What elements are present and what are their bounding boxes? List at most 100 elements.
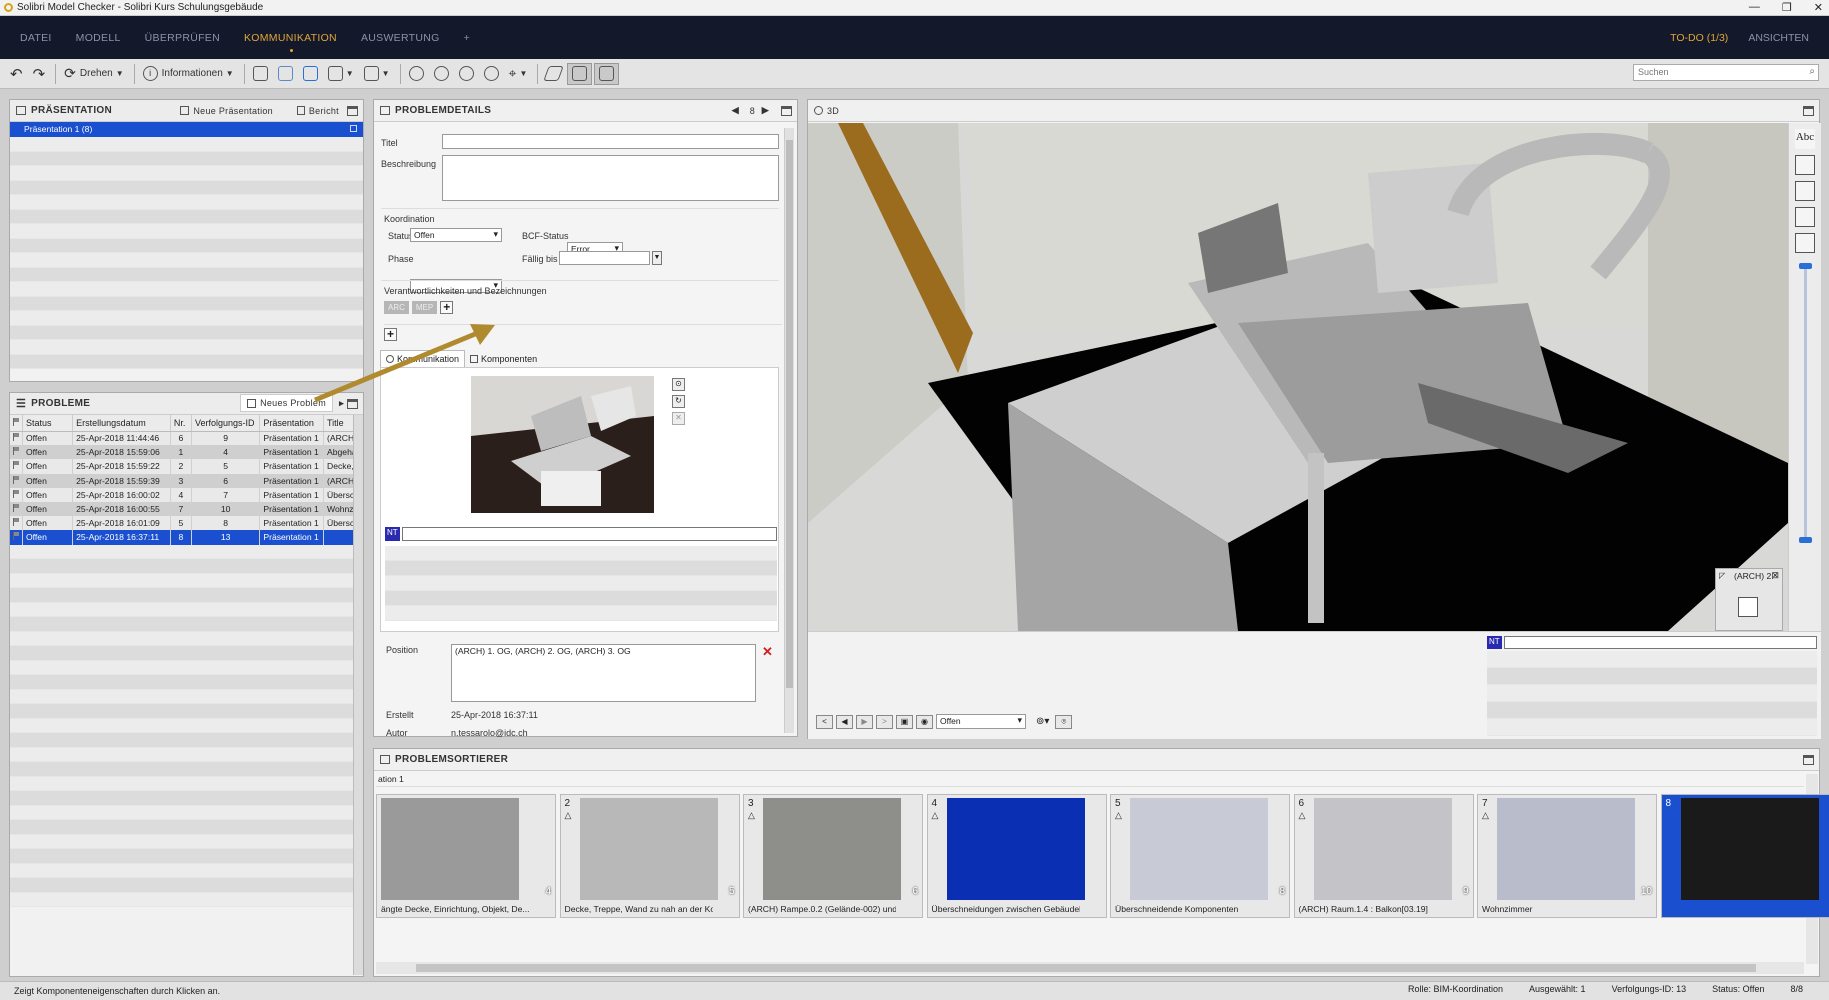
calendar-dropdown-icon[interactable]: ▼ — [652, 251, 662, 265]
clear-position-icon[interactable]: ✕ — [762, 644, 773, 660]
capture-viewpoint-icon[interactable]: ⊙ — [672, 378, 685, 391]
measure-button[interactable]: ⌖ ▼ — [505, 63, 532, 85]
info-button[interactable]: i Informationen ▼ — [139, 63, 238, 85]
table-row[interactable]: Offen 25-Apr-2018 16:37:11 8 13 Präsentation… — [10, 530, 363, 545]
sorter-thumbnail[interactable]: 8 — [1660, 794, 1829, 918]
redo-button[interactable]: ↷ — [29, 63, 50, 85]
slider-bottom-handle[interactable] — [1799, 537, 1812, 543]
status-select[interactable]: Offen — [410, 228, 502, 242]
due-date-field[interactable] — [559, 251, 650, 265]
minimize-icon[interactable]: — — [1749, 1, 1760, 14]
rotate-button[interactable]: ⟳ Drehen ▼ — [60, 63, 127, 85]
maximize-icon[interactable]: ❐ — [1782, 1, 1792, 14]
refresh-viewpoint-icon[interactable]: ↻ — [672, 395, 685, 408]
title-field[interactable] — [442, 134, 779, 149]
search-input[interactable]: Suchen ⌕ — [1633, 64, 1819, 81]
zoom-fit-button[interactable] — [405, 63, 428, 85]
zoom-selection-button[interactable] — [480, 63, 503, 85]
sorter-thumbnail[interactable]: 4 ängte Decke, Einrichtung, Objekt, De... — [376, 794, 556, 918]
row-flag[interactable] — [10, 473, 23, 488]
present-icon[interactable]: ▣ — [896, 714, 913, 729]
col-status[interactable]: Status — [22, 415, 74, 432]
play-icon[interactable]: ▶ — [856, 714, 873, 729]
menu-modell[interactable]: MODELL — [76, 32, 121, 44]
details-scrollbar-thumb[interactable] — [786, 140, 793, 688]
sorter-thumbnail[interactable]: 7 △ 10 Wohnzimmer — [1477, 794, 1657, 918]
selection-box-button[interactable] — [299, 63, 322, 85]
clipboard-icon[interactable] — [1795, 181, 1815, 201]
layers-button[interactable] — [594, 62, 620, 85]
table-row[interactable]: Offen 25-Apr-2018 15:59:06 1 4 Präsentation … — [10, 445, 363, 460]
menu-datei[interactable]: DATEI — [20, 32, 52, 44]
menu-kommunikation[interactable]: KOMMUNIKATION — [244, 32, 337, 52]
lock-icon[interactable] — [1795, 233, 1815, 253]
sorter-thumbnail[interactable]: 4△ Überschneidungen zwischen Gebäudekom..… — [926, 794, 1107, 918]
delete-viewpoint-icon[interactable]: ✕ — [672, 412, 685, 425]
row-flag[interactable] — [10, 516, 23, 531]
row-flag[interactable] — [10, 501, 23, 517]
maximize-details-icon[interactable] — [781, 106, 792, 116]
tag-mep[interactable]: MEP — [411, 301, 438, 314]
first-viewpoint-icon[interactable]: < — [816, 714, 833, 729]
menu-ueberpruefen[interactable]: ÜBERPRÜFEN — [145, 32, 220, 44]
position-field[interactable]: (ARCH) 1. OG, (ARCH) 2. OG, (ARCH) 3. OG — [451, 644, 756, 702]
col-tracking-id[interactable]: Verfolgungs-ID — [191, 415, 261, 432]
prev-viewpoint-icon[interactable]: ◀ — [836, 714, 853, 729]
description-field[interactable] — [442, 155, 779, 201]
table-row[interactable]: Offen 25-Apr-2018 16:00:55 7 10 Präsentation… — [10, 501, 363, 517]
map-button[interactable] — [567, 62, 593, 85]
row-flag[interactable] — [10, 445, 23, 460]
table-row[interactable]: Offen 25-Apr-2018 15:59:22 2 5 Präsentation … — [10, 459, 363, 474]
next-viewpoint-icon[interactable]: > — [876, 714, 893, 729]
camera-icon[interactable]: ⊚▾ — [1036, 716, 1049, 727]
row-flag[interactable] — [10, 431, 23, 446]
sorter-thumbnail[interactable]: 6 △ 9 (ARCH) Raum.1.4 : Balkon[03.19] — [1293, 794, 1474, 918]
overlay-close-icon[interactable]: ⊠ — [1771, 570, 1779, 581]
col-presentation[interactable]: Präsentation — [259, 415, 324, 432]
col-created[interactable]: Erstellungsdatum — [72, 415, 171, 432]
pin-icon[interactable]: ⌾ — [1055, 714, 1073, 729]
sorter-thumbnail[interactable]: 3△ 6 (ARCH) Rampe.0.2 (Gelände-002) und (A… — [743, 794, 923, 918]
todo-link[interactable]: TO-DO (1/3) — [1670, 32, 1728, 44]
presentation-item-edit-icon[interactable] — [350, 125, 357, 132]
tag-arc[interactable]: ARC — [384, 301, 409, 314]
record-icon[interactable]: ◉ — [916, 714, 933, 729]
problems-scrollbar[interactable] — [353, 415, 363, 975]
col-number[interactable]: Nr. — [170, 415, 192, 432]
new-presentation-button[interactable]: Neue Präsentation — [180, 106, 273, 116]
menu-auswertung[interactable]: AUSWERTUNG — [361, 32, 440, 44]
3d-viewport[interactable] — [808, 123, 1788, 631]
row-flag[interactable] — [10, 487, 23, 502]
report-button[interactable]: Bericht — [296, 106, 339, 116]
zoom-slider[interactable] — [1799, 263, 1812, 543]
menu-add[interactable]: + — [464, 32, 470, 44]
row-flag[interactable] — [10, 459, 23, 474]
next-problem-icon[interactable]: ▶ — [762, 105, 769, 116]
grid-icon[interactable] — [1795, 155, 1815, 175]
text-label-icon[interactable]: Abc — [1795, 129, 1815, 149]
sorter-hscroll[interactable] — [376, 962, 1804, 974]
maximize-3d-icon[interactable] — [1803, 106, 1814, 116]
prev-problem-icon[interactable]: ◀ — [732, 105, 739, 116]
visibility-button[interactable]: ▼ — [324, 63, 358, 85]
viewpoint-status-select[interactable]: Offen — [936, 714, 1026, 729]
row-flag[interactable] — [10, 530, 23, 545]
maximize-sorter-icon[interactable] — [1803, 755, 1814, 765]
table-row[interactable]: Offen 25-Apr-2018 15:59:39 3 6 Präsentation … — [10, 473, 363, 488]
pdf-icon[interactable] — [1795, 207, 1815, 227]
undo-button[interactable]: ↶ — [6, 63, 27, 85]
details-scrollbar[interactable] — [784, 128, 794, 733]
sorter-thumbnail[interactable]: 2△ 5 Decke, Treppe, Wand zu nah an der Kom… — [559, 794, 740, 918]
components-button[interactable] — [274, 63, 297, 85]
view-cube-button[interactable]: ▼ — [360, 63, 394, 85]
table-row[interactable]: Offen 25-Apr-2018 16:00:02 4 7 Präsentation … — [10, 487, 363, 502]
model-tree-button[interactable] — [249, 63, 272, 85]
component-overlay[interactable]: (ARCH) 2. ◸ ⊠ — [1715, 568, 1783, 631]
sorter-hscroll-thumb[interactable] — [416, 964, 1756, 972]
zoom-out-button[interactable] — [455, 63, 478, 85]
add-tag-icon[interactable]: + — [440, 301, 454, 314]
sorter-thumbnail[interactable]: 5 △ 8 Überschneidende Komponenten — [1110, 794, 1290, 918]
views-link[interactable]: ANSICHTEN — [1748, 32, 1809, 44]
presentation-item[interactable]: Präsentation 1 (8) — [10, 122, 363, 137]
3d-comment-input[interactable] — [1503, 636, 1817, 649]
